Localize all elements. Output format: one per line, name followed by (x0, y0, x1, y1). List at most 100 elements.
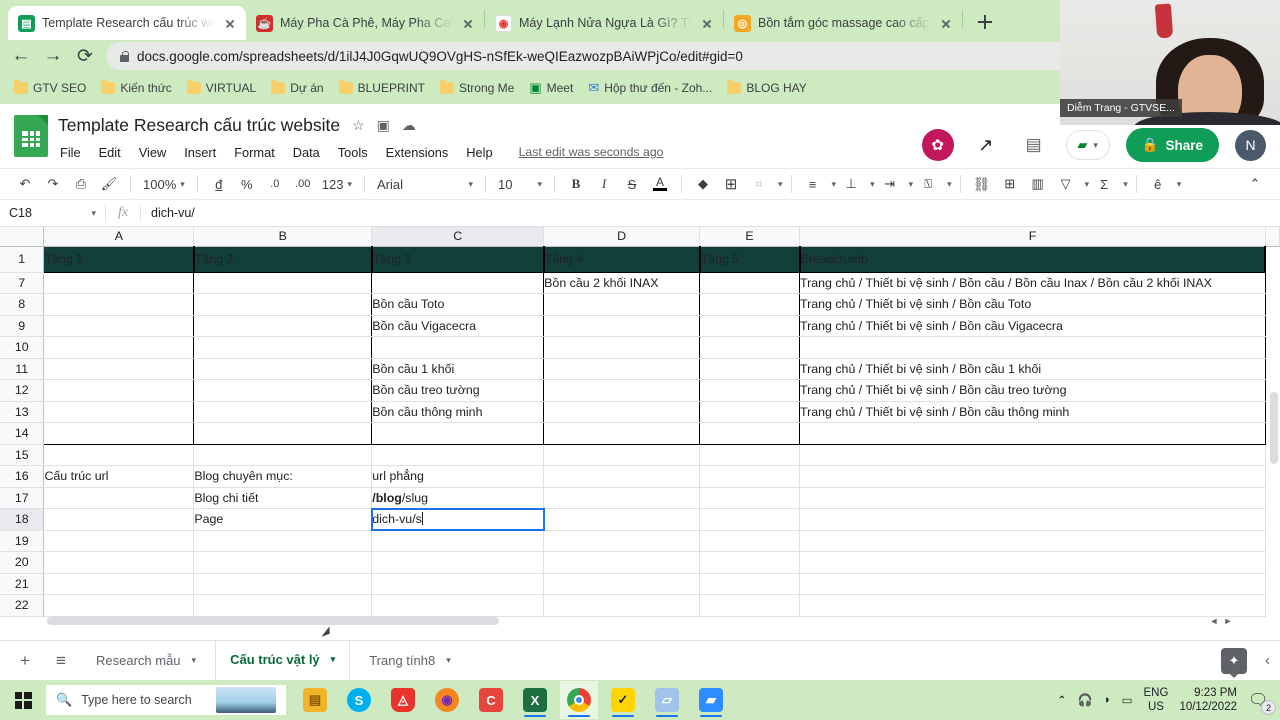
cell-d11[interactable] (543, 358, 701, 380)
cell-f12[interactable]: Trang chủ / Thiết bi vệ sinh / Bồn cầu t… (799, 379, 1266, 402)
cell-a20[interactable] (43, 551, 195, 574)
cell-e22[interactable] (699, 594, 801, 617)
chevron-down-icon[interactable]: ▾ (331, 654, 336, 665)
forward-icon[interactable]: → (38, 41, 68, 71)
zoom-icon[interactable]: ▰ (692, 681, 730, 719)
cell-a9[interactable] (43, 315, 195, 337)
vertical-align-icon[interactable]: ⊥ (838, 171, 864, 197)
cell-c19[interactable] (371, 530, 545, 552)
horizontal-scroll-thumb[interactable] (47, 617, 499, 625)
header-cell-c1[interactable]: Tầng 3 (371, 246, 545, 273)
cell-b22[interactable] (193, 594, 373, 617)
cell-a15[interactable] (43, 444, 195, 466)
file-explorer-icon[interactable]: ▤ (296, 681, 334, 719)
page-title[interactable]: Template Research cấu trúc website (58, 115, 340, 136)
select-all-corner[interactable] (0, 227, 45, 247)
start-button[interactable] (0, 691, 46, 709)
cell-c18-editing[interactable]: dich-vu/s (370, 507, 545, 531)
print-icon[interactable]: ⎙ (68, 171, 94, 197)
formula-input[interactable]: dich-vu/ (141, 206, 195, 220)
row-header[interactable]: 14 (0, 422, 45, 445)
close-icon[interactable] (938, 15, 954, 31)
header-cell-b1[interactable]: Tầng 2 (193, 246, 373, 273)
new-tab-button[interactable] (971, 8, 999, 36)
filter-icon[interactable]: ▽ (1053, 171, 1079, 197)
row-header[interactable]: 20 (0, 551, 45, 574)
battery-icon[interactable]: ▭ (1122, 693, 1133, 707)
italic-icon[interactable]: I (591, 171, 617, 197)
bookmark-item[interactable]: BLOG HAY (721, 78, 812, 98)
scroll-right-arrow[interactable]: ► (1222, 616, 1234, 626)
cell-a12[interactable] (43, 379, 195, 402)
cell-e11[interactable] (699, 358, 801, 380)
column-header-b[interactable]: B (193, 227, 373, 247)
paint-format-icon[interactable]: 🖌 (96, 171, 122, 197)
menu-view[interactable]: View (137, 144, 169, 161)
bookmark-item[interactable]: Kiến thức (95, 78, 177, 98)
merge-cells-icon[interactable]: ⌗ (746, 171, 772, 197)
cell-e21[interactable] (699, 573, 801, 595)
input-tools-icon[interactable]: ê (1145, 171, 1171, 197)
all-sheets-button[interactable]: ≡ (46, 646, 76, 676)
scroll-left-arrow[interactable]: ◄ (1208, 616, 1220, 626)
browser-tab[interactable]: ☕ Máy Pha Cà Phê, Máy Pha Cafe G (246, 6, 484, 40)
cell-d17[interactable] (543, 487, 701, 509)
cell-f9[interactable]: Trang chủ / Thiết bi vệ sinh / Bồn cầu V… (799, 315, 1266, 337)
cell-d22[interactable] (543, 594, 701, 617)
row-header[interactable]: 7 (0, 272, 45, 294)
insert-comment-icon[interactable]: ⊞ (997, 171, 1023, 197)
todo-check-icon[interactable]: ✓ (604, 681, 642, 719)
zoom-select[interactable]: 100% ▾ (139, 172, 189, 196)
chrome-icon[interactable] (560, 681, 598, 719)
cell-d18[interactable] (543, 508, 701, 531)
percent-icon[interactable]: % (234, 171, 260, 197)
name-box[interactable]: C18 ▾ (0, 200, 105, 226)
cell-a13[interactable] (43, 401, 195, 423)
cell-a17[interactable] (43, 487, 195, 509)
cell-b8[interactable] (193, 293, 373, 316)
browser-tab[interactable]: ◎ Bồn tắm góc massage cao cấp, k (724, 6, 962, 40)
cell-a19[interactable] (43, 530, 195, 552)
bold-icon[interactable]: B (563, 171, 589, 197)
cell-b12[interactable] (193, 379, 373, 402)
cell-d16[interactable] (543, 465, 701, 488)
cell-d10[interactable] (543, 336, 701, 359)
pixie-extension-icon[interactable]: ✿ (921, 129, 954, 161)
share-button[interactable]: 🔒 Share (1125, 128, 1219, 162)
cell-c14[interactable] (371, 422, 545, 445)
text-color-icon[interactable]: A (647, 171, 673, 197)
cell-f17[interactable] (799, 487, 1266, 509)
brave-icon[interactable]: ◬ (384, 681, 422, 719)
cell-b18[interactable]: Page (193, 508, 373, 531)
cell-f14[interactable] (799, 422, 1266, 445)
vertical-scroll-thumb[interactable] (1270, 392, 1278, 464)
close-icon[interactable] (699, 15, 715, 31)
menu-extensions[interactable]: Extensions (384, 144, 451, 161)
cell-c22[interactable] (371, 594, 545, 617)
cell-e12[interactable] (699, 379, 801, 402)
cell-b11[interactable] (193, 358, 373, 380)
cell-d13[interactable] (543, 401, 701, 423)
address-bar[interactable]: docs.google.com/spreadsheets/d/1ilJ4J0Gq… (106, 42, 1123, 70)
cell-a7[interactable] (43, 271, 195, 294)
functions-icon[interactable]: Σ (1091, 171, 1117, 197)
notification-center-icon[interactable]: 🗨 2 (1248, 690, 1276, 715)
text-wrap-icon[interactable]: ⇥ (877, 171, 903, 197)
header-cell-d1[interactable]: Tầng 4 (543, 246, 701, 273)
add-sheet-button[interactable]: + (10, 646, 40, 676)
explore-button[interactable]: ✦ (1221, 647, 1247, 678)
number-format-select[interactable]: 123 ▾ (318, 172, 356, 196)
cell-c11[interactable]: Bồn cầu 1 khối (371, 358, 545, 380)
cell-c17[interactable]: /blog/slug (371, 487, 545, 509)
taskbar-search[interactable]: 🔍 Type here to search (46, 685, 286, 715)
show-hidden-icons-chevron[interactable]: ⌃ (1057, 693, 1067, 707)
column-header-a[interactable]: A (43, 227, 195, 247)
star-icon[interactable]: ☆ (352, 117, 365, 134)
cell-b17[interactable]: Blog chi tiết (193, 487, 373, 509)
function-icon[interactable]: fx (106, 205, 140, 221)
headphones-icon[interactable]: 🎧 (1078, 693, 1093, 707)
notepad-icon[interactable]: ▱ (648, 681, 686, 719)
cell-f10[interactable] (799, 336, 1266, 359)
menu-file[interactable]: File (58, 144, 83, 161)
row-header[interactable]: 16 (0, 465, 45, 488)
